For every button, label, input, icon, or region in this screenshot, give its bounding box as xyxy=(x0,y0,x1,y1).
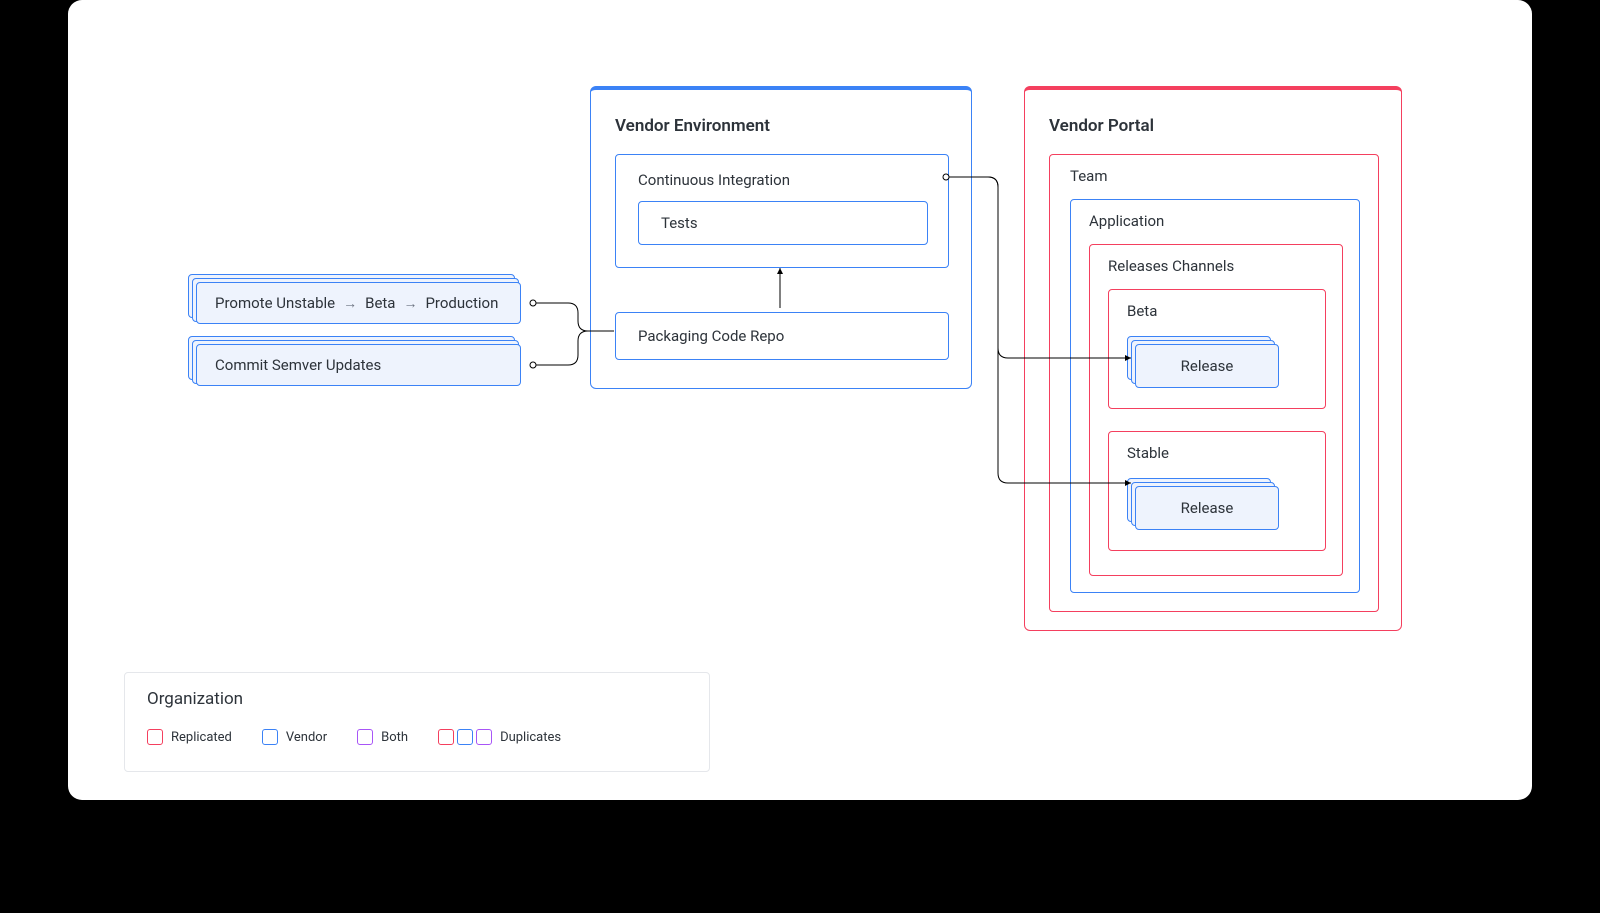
vendor-portal-title: Vendor Portal xyxy=(1049,116,1154,136)
arrow-right-icon: → xyxy=(403,295,417,312)
legend-label: Both xyxy=(381,730,408,745)
release-card: Release xyxy=(1135,344,1279,388)
application-label: Application xyxy=(1089,212,1164,230)
legend-swatch-purple xyxy=(357,729,373,745)
application-box: Application Releases Channels Beta Relea… xyxy=(1070,199,1360,593)
promote-card: Promote Unstable → Beta → Production xyxy=(196,282,521,324)
continuous-integration-box: Continuous Integration Tests xyxy=(615,154,949,268)
arrow-right-icon: → xyxy=(343,295,357,312)
legend-label: Vendor xyxy=(286,730,327,745)
promote-part-2: Beta xyxy=(365,294,395,312)
vendor-portal-box: Vendor Portal Team Application Releases … xyxy=(1024,86,1402,631)
release-label: Release xyxy=(1181,499,1234,517)
legend-label: Duplicates xyxy=(500,730,561,745)
legend-title: Organization xyxy=(147,689,243,709)
legend-label: Replicated xyxy=(171,730,232,745)
promote-part-1: Promote Unstable xyxy=(215,294,335,312)
legend-item-both: Both xyxy=(357,729,408,745)
releases-channels-label: Releases Channels xyxy=(1108,257,1234,275)
release-card: Release xyxy=(1135,486,1279,530)
releases-channels-box: Releases Channels Beta Release Stable xyxy=(1089,244,1343,576)
beta-channel-box: Beta Release xyxy=(1108,289,1326,409)
beta-channel-label: Beta xyxy=(1127,302,1157,320)
legend-item-duplicates: Duplicates xyxy=(438,729,561,745)
tests-box: Tests xyxy=(638,201,928,245)
diagram-canvas: Vendor Environment Continuous Integratio… xyxy=(68,0,1532,800)
vendor-environment-box: Vendor Environment Continuous Integratio… xyxy=(590,86,972,389)
team-label: Team xyxy=(1070,167,1108,185)
legend-swatch-blue xyxy=(262,729,278,745)
vendor-environment-title: Vendor Environment xyxy=(615,116,770,136)
packaging-code-repo-box: Packaging Code Repo xyxy=(615,312,949,360)
stable-channel-label: Stable xyxy=(1127,444,1169,462)
stable-channel-box: Stable Release xyxy=(1108,431,1326,551)
tests-label: Tests xyxy=(661,214,698,232)
legend-swatch-red xyxy=(147,729,163,745)
legend-row: Replicated Vendor Both Duplicates xyxy=(147,729,561,745)
release-label: Release xyxy=(1181,357,1234,375)
commit-card: Commit Semver Updates xyxy=(196,344,521,386)
legend-box: Organization Replicated Vendor Both xyxy=(124,672,710,772)
legend-swatch-duplicates xyxy=(438,729,492,745)
team-box: Team Application Releases Channels Beta … xyxy=(1049,154,1379,612)
packaging-code-repo-label: Packaging Code Repo xyxy=(638,327,784,345)
continuous-integration-title: Continuous Integration xyxy=(638,171,790,189)
commit-label: Commit Semver Updates xyxy=(215,356,381,374)
legend-item-replicated: Replicated xyxy=(147,729,232,745)
promote-part-3: Production xyxy=(425,294,498,312)
legend-item-vendor: Vendor xyxy=(262,729,327,745)
